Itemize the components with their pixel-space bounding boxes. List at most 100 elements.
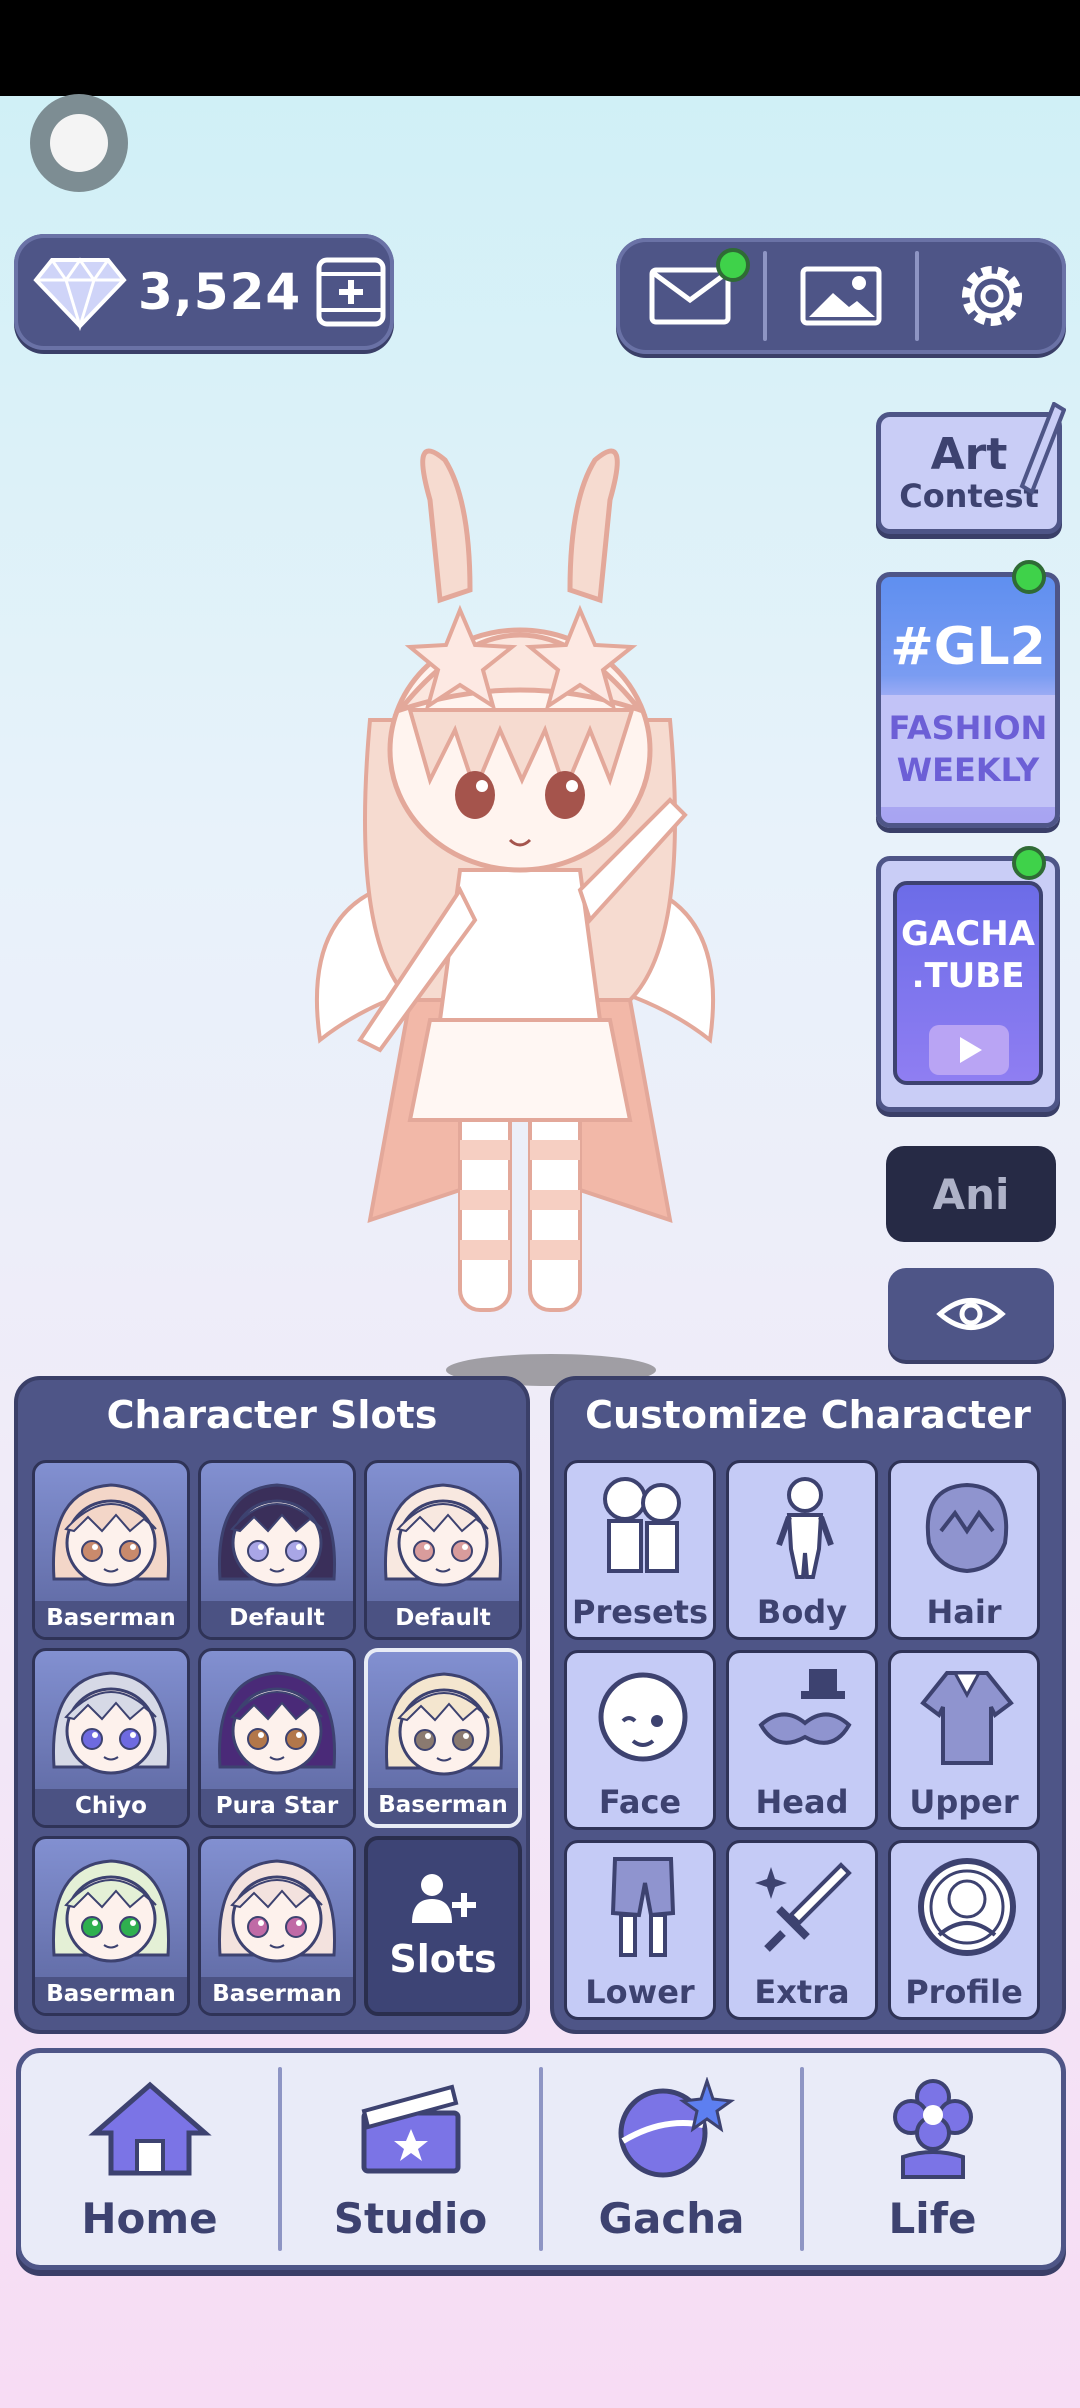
nav-label: Life [888,2194,977,2243]
image-icon [800,266,882,326]
character-slot[interactable]: Baserman [32,1460,190,1640]
nav-studio[interactable]: Studio [282,2053,539,2265]
head-accessory-icon [758,1669,852,1745]
gem-count: 3,524 [138,263,302,321]
nav-label: Studio [333,2194,488,2243]
pants-icon [610,1857,676,1957]
customize-label: Head [755,1783,849,1821]
slot-name: Chiyo [35,1789,187,1825]
character-preview[interactable] [260,440,780,1380]
profile-button[interactable]: Profile [888,1840,1040,2020]
house-icon [87,2081,212,2176]
lower-button[interactable]: Lower [564,1840,716,2020]
slot-name: Default Doll [201,1601,353,1637]
character-slot[interactable]: Chiyo [32,1648,190,1828]
bottom-nav: Home Studio Gacha Life [16,2048,1066,2270]
art-contest-line1: Art [930,429,1008,480]
nav-label: Gacha [598,2194,745,2243]
eye-toggle-button[interactable] [888,1268,1054,1360]
upper-button[interactable]: Upper [888,1650,1040,1830]
mail-button[interactable] [616,238,763,354]
character-portrait [217,1671,337,1775]
character-slots-grid: Baserman Default Doll Default Doll Chiyo… [32,1460,522,2016]
gl2-band: FASHION WEEKLY [881,695,1055,807]
presets-icon [603,1477,681,1573]
gl2-title: #GL2 [890,617,1046,677]
character-slot-selected[interactable]: Baserman [364,1648,522,1828]
tube-line1: GACHA [901,914,1035,954]
face-icon [598,1672,688,1762]
slot-name: Baserman [35,1601,187,1637]
character-slot[interactable]: Pura Star [198,1648,356,1828]
gl2-line2: WEEKLY [896,751,1040,789]
character-portrait [51,1483,171,1587]
body-icon [776,1477,834,1579]
tube-line2: .TUBE [911,956,1025,996]
diamond-icon [33,257,127,332]
customize-label: Upper [909,1783,1019,1821]
eye-icon [936,1298,1006,1330]
presets-button[interactable]: Presets [564,1460,716,1640]
notification-dot [1012,560,1046,594]
character-slot[interactable]: Default Doll [198,1460,356,1640]
gear-icon [962,266,1023,326]
gl2-fashion-weekly-button[interactable]: #GL2 FASHION WEEKLY [876,572,1060,828]
character-slot[interactable]: Baserman [32,1836,190,2016]
hair-icon [925,1482,1009,1574]
slot-name: Default Doll [367,1601,519,1637]
pencil-icon [1019,402,1066,495]
character-portrait [217,1859,337,1963]
customize-label: Hair [926,1593,1002,1631]
slot-name: Pura Star [201,1789,353,1825]
head-button[interactable]: Head [726,1650,878,1830]
body-button[interactable]: Body [726,1460,878,1640]
add-user-icon [412,1874,476,1923]
add-slots-button[interactable]: Slots [364,1836,522,2016]
customize-label: Body [756,1593,848,1631]
gallery-button[interactable] [767,238,914,354]
character-portrait [217,1483,337,1587]
ani-button[interactable]: Ani [886,1146,1056,1242]
character-portrait [51,1671,171,1775]
nav-label: Home [81,2194,218,2243]
customize-grid: Presets Body Hair Face Head Upper Lower … [564,1460,1040,2020]
customize-character-title: Customize Character [585,1393,1031,1437]
character-slot[interactable]: Default Doll [364,1460,522,1640]
customize-label: Presets [571,1593,709,1631]
settings-button[interactable] [919,238,1066,354]
nav-life[interactable]: Life [804,2053,1061,2265]
status-bar [0,0,1080,96]
face-button[interactable]: Face [564,1650,716,1830]
customize-label: Profile [905,1973,1023,2011]
extra-button[interactable]: Extra [726,1840,878,2020]
gl2-line1: FASHION [888,709,1048,747]
nav-gacha[interactable]: Gacha [543,2053,800,2265]
slot-name: Baserman [201,1977,353,2013]
slot-name: Baserman [35,1977,187,2013]
add-gems-icon[interactable] [315,256,387,328]
character-slots-panel: Character Slots Baserman Default Doll De… [14,1376,530,2034]
shirt-icon [920,1671,1014,1765]
tube-screen: GACHA .TUBE [893,881,1043,1085]
assist-circle-button[interactable] [30,94,128,192]
clapperboard-icon [361,2084,460,2174]
flower-icon [892,2079,973,2179]
hair-button[interactable]: Hair [888,1460,1040,1640]
add-slots-label: Slots [389,1937,497,1981]
circle-icon [50,114,108,172]
character-portrait [383,1483,503,1587]
customize-character-panel: Customize Character Presets Body Hair Fa… [550,1376,1066,2034]
nav-home[interactable]: Home [21,2053,278,2265]
sword-icon [755,1862,852,1952]
gacha-tube-button[interactable]: GACHA .TUBE [876,856,1060,1112]
gem-counter: 3,524 [14,234,394,350]
gacha-ball-icon [618,2077,735,2178]
top-toolbar [616,238,1066,354]
notification-dot [1012,846,1046,880]
character-portrait [384,1672,504,1776]
play-icon [929,1025,1009,1075]
character-slot[interactable]: Baserman [198,1836,356,2016]
profile-icon [918,1858,1016,1956]
customize-label: Face [598,1783,682,1821]
character-portrait [51,1859,171,1963]
